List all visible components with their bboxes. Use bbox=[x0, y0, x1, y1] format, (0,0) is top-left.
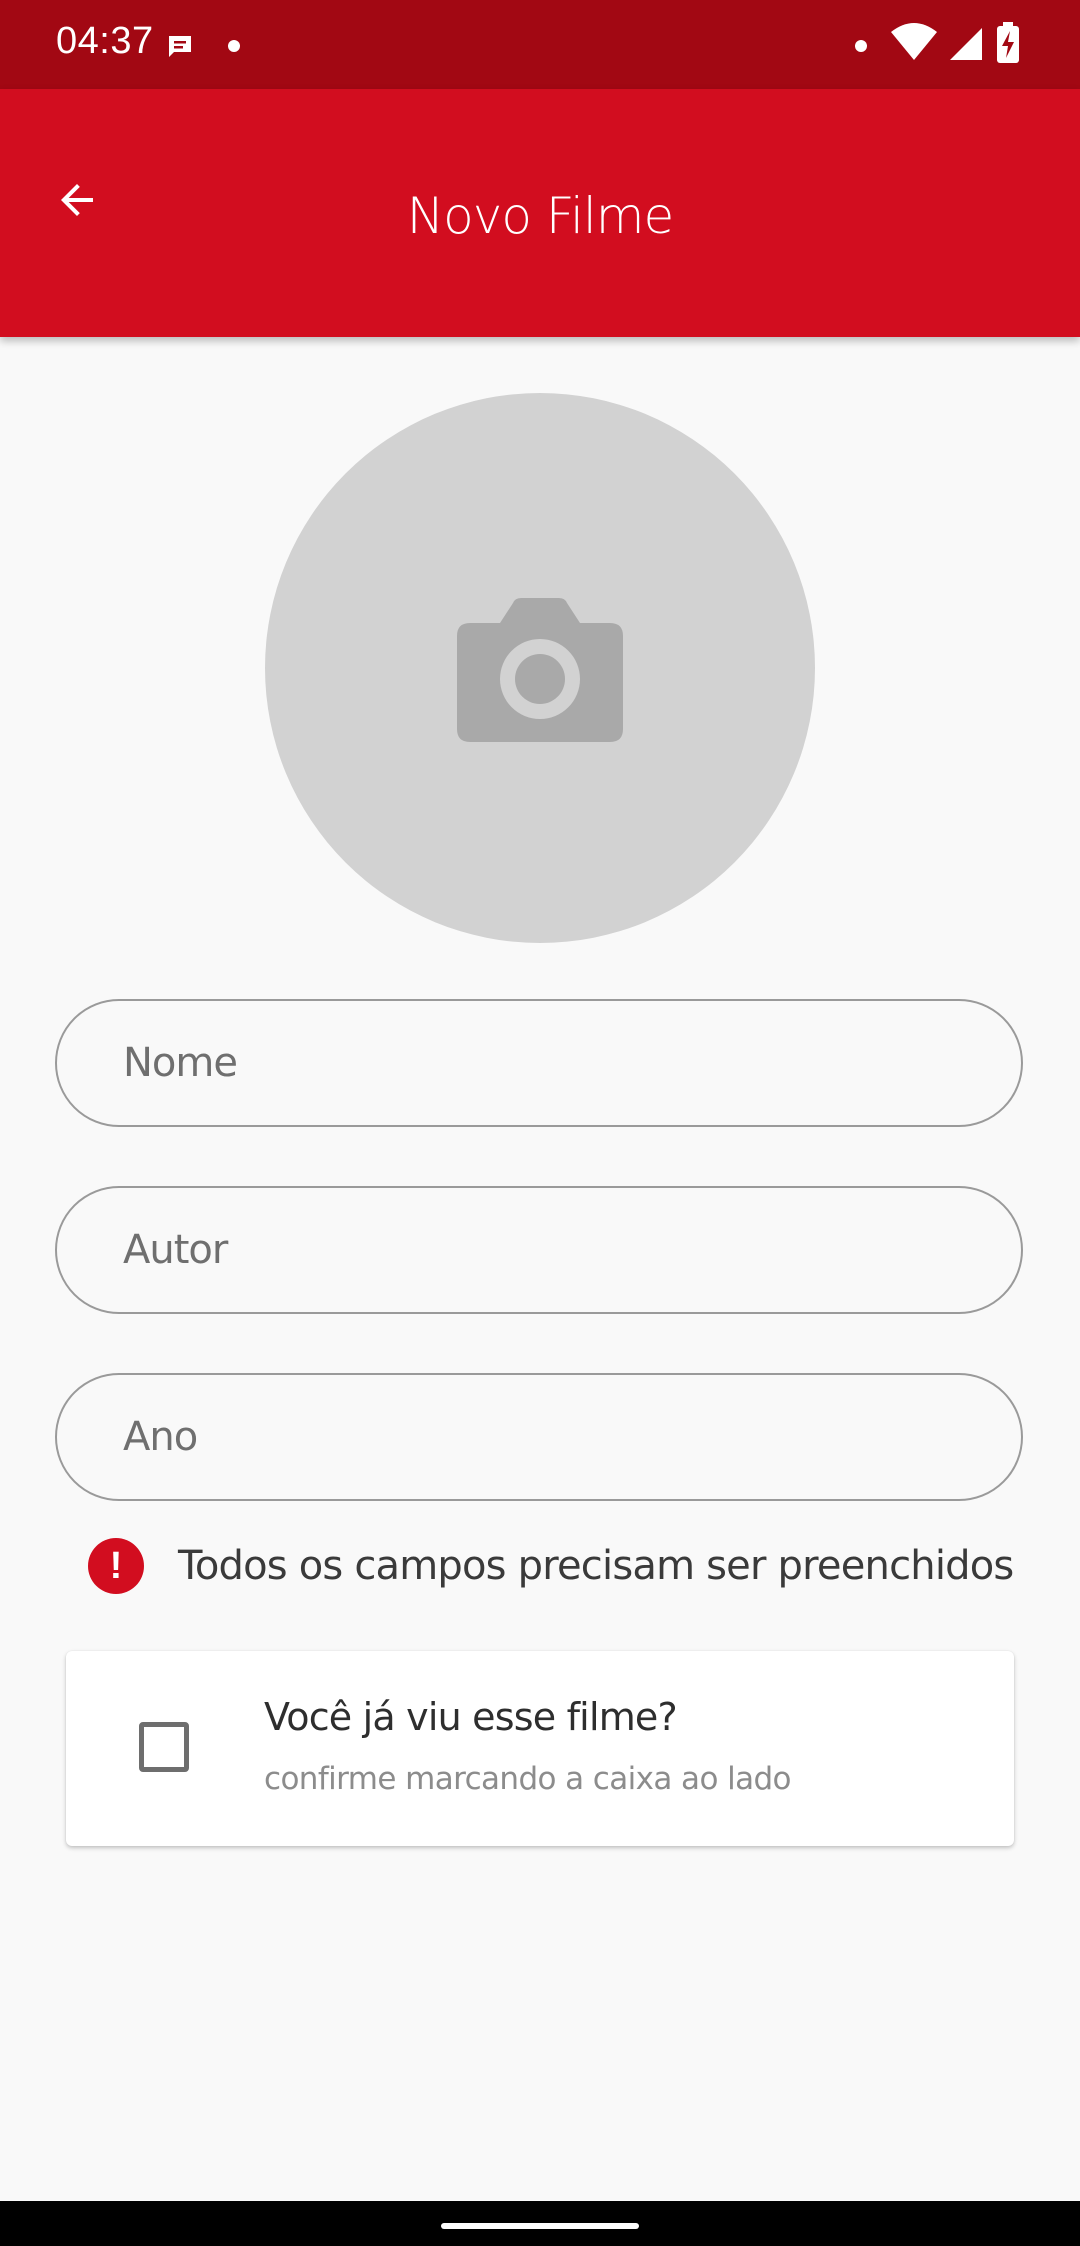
status-time: 04:37 bbox=[56, 20, 154, 62]
seen-movie-title: Você já viu esse filme? bbox=[264, 1695, 678, 1739]
app-bar: Novo Filme bbox=[0, 89, 1080, 337]
autor-field-container bbox=[55, 1186, 1023, 1314]
message-notification-icon bbox=[166, 34, 194, 58]
seen-movie-checkbox[interactable] bbox=[139, 1722, 189, 1772]
error-icon: ! bbox=[88, 1538, 144, 1594]
notification-dot-icon bbox=[855, 40, 867, 52]
photo-picker-button[interactable] bbox=[265, 393, 815, 943]
cell-signal-icon bbox=[948, 26, 984, 62]
nome-field-container bbox=[55, 999, 1023, 1127]
nome-input[interactable] bbox=[123, 1001, 981, 1125]
camera-icon bbox=[457, 598, 623, 742]
ano-field-container bbox=[55, 1373, 1023, 1501]
navigation-bar bbox=[0, 2201, 1080, 2246]
wifi-icon bbox=[890, 22, 938, 62]
seen-movie-card[interactable]: Você já viu esse filme? confirme marcand… bbox=[66, 1651, 1014, 1846]
home-gesture-handle[interactable] bbox=[441, 2223, 639, 2229]
error-message: Todos os campos precisam ser preenchidos bbox=[178, 1543, 1014, 1589]
seen-movie-subtitle: confirme marcando a caixa ao lado bbox=[264, 1761, 792, 1797]
page-title: Novo Filme bbox=[406, 187, 674, 245]
validation-error: ! Todos os campos precisam ser preenchid… bbox=[88, 1537, 1014, 1595]
ano-input[interactable] bbox=[123, 1375, 981, 1499]
battery-charging-icon bbox=[996, 22, 1020, 64]
notification-dot-icon bbox=[228, 40, 240, 52]
autor-input[interactable] bbox=[123, 1188, 981, 1312]
status-bar: 04:37 bbox=[0, 0, 1080, 89]
